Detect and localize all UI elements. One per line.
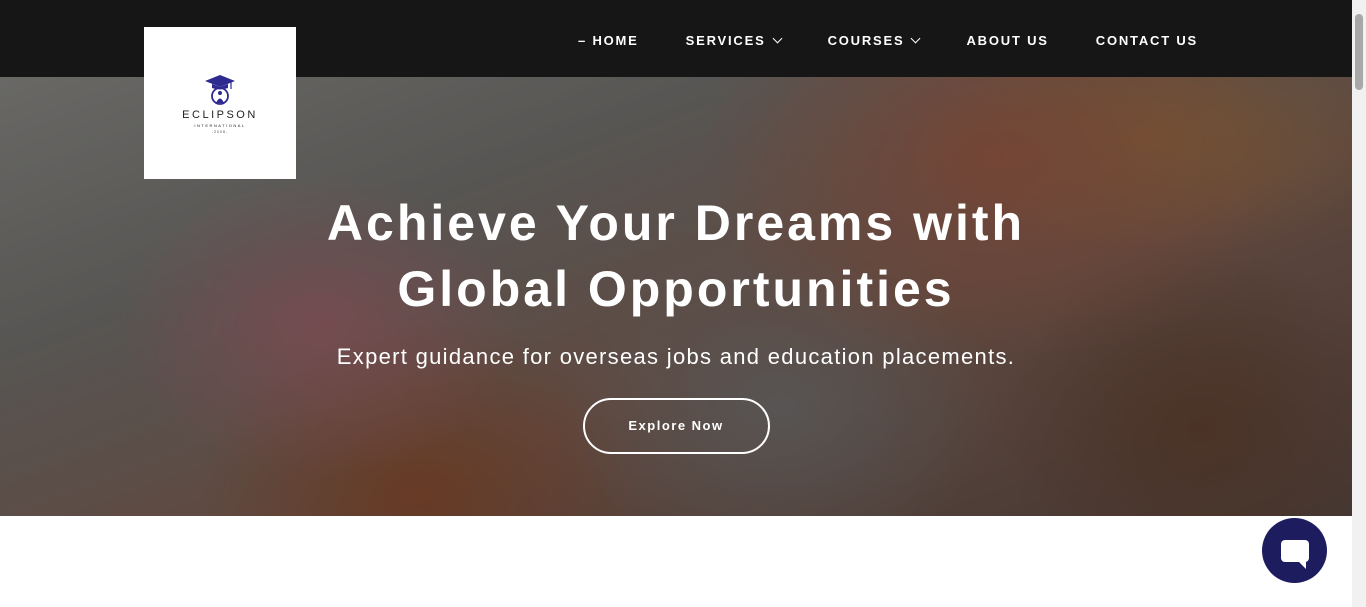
nav-courses-label: COURSES xyxy=(827,33,905,48)
chevron-down-icon xyxy=(911,33,921,44)
nav-home[interactable]: – HOME xyxy=(578,33,639,48)
logo-subtitle: INTERNATIONAL xyxy=(194,123,246,128)
scrollbar[interactable] xyxy=(1352,0,1366,607)
nav-about-label: ABOUT US xyxy=(966,33,1049,48)
hero-title: Achieve Your Dreams with Global Opportun… xyxy=(0,190,1352,322)
explore-now-button[interactable]: Explore Now xyxy=(582,398,770,454)
nav-contact-label: CONTACT US xyxy=(1095,33,1199,48)
hero-title-line2: Global Opportunities xyxy=(397,261,955,317)
nav-services-label: SERVICES xyxy=(685,33,766,48)
chevron-down-icon xyxy=(772,33,783,44)
chat-bubble-icon xyxy=(1280,539,1309,569)
chat-button[interactable] xyxy=(1262,518,1327,583)
logo-name: ECLIPSON xyxy=(182,109,258,121)
main-nav: – HOME SERVICES COURSES ABOUT US CONTACT… xyxy=(578,33,1198,48)
hero-title-line1: Achieve Your Dreams with xyxy=(326,195,1026,251)
nav-about[interactable]: ABOUT US xyxy=(966,33,1048,48)
nav-courses[interactable]: COURSES xyxy=(827,33,921,48)
nav-services[interactable]: SERVICES xyxy=(685,33,783,48)
hero-subtitle: Expert guidance for overseas jobs and ed… xyxy=(336,344,1016,369)
scrollbar-thumb[interactable] xyxy=(1355,14,1363,90)
logo[interactable]: ECLIPSON INTERNATIONAL -2008- xyxy=(144,27,296,179)
logo-year: -2008- xyxy=(211,130,229,134)
nav-contact[interactable]: CONTACT US xyxy=(1096,33,1198,48)
nav-home-label: – HOME xyxy=(578,33,639,48)
graduation-cap-icon xyxy=(205,75,235,105)
